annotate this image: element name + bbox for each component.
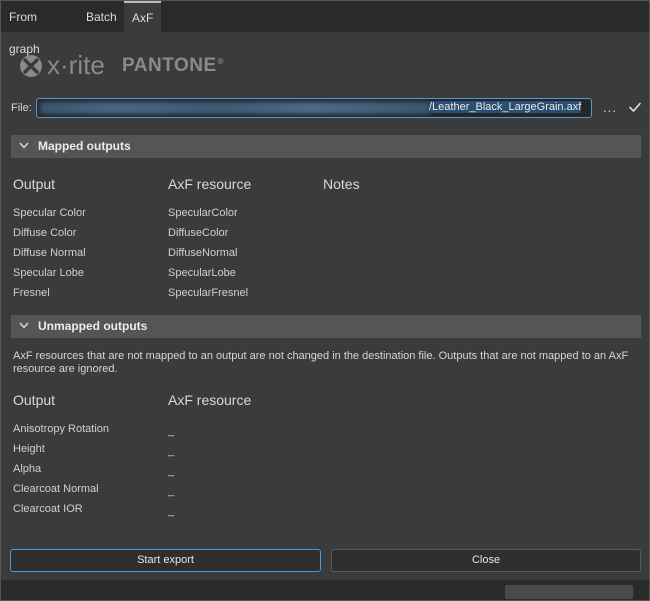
file-path-text: /Leather_Black_LargeGrain.axf	[429, 101, 582, 113]
mapped-header-notes: Notes	[323, 176, 360, 192]
unmapped-outputs-title: Unmapped outputs	[38, 319, 148, 333]
pantone-logo: PANTONE®	[122, 55, 225, 76]
mapped-outputs-header[interactable]: Mapped outputs	[11, 135, 641, 158]
start-export-button[interactable]: Start export	[10, 549, 321, 572]
chevron-down-icon	[19, 322, 29, 329]
browse-button[interactable]: ...	[603, 100, 617, 115]
table-row-output: Clearcoat Normal	[13, 483, 99, 495]
table-row-resource[interactable]: _	[168, 425, 174, 437]
mapped-outputs-title: Mapped outputs	[38, 139, 131, 153]
xrite-logo-text: x·rite	[47, 50, 105, 80]
table-row-output: Alpha	[13, 463, 42, 475]
scrollbar-thumb[interactable]	[505, 585, 633, 599]
table-row-output: Specular Lobe	[13, 267, 84, 279]
table-row-output: Specular Color	[13, 207, 86, 219]
table-row-output: Diffuse Normal	[13, 247, 86, 259]
tab-axf[interactable]: AxF	[124, 1, 161, 32]
table-row-resource[interactable]: SpecularLobe	[168, 267, 236, 279]
table-row-resource[interactable]: _	[168, 505, 174, 517]
mapped-header-resource: AxF resource	[168, 176, 252, 192]
unmapped-outputs-header[interactable]: Unmapped outputs	[11, 315, 641, 338]
table-row-resource[interactable]: SpecularColor	[168, 207, 238, 219]
xrite-logo-icon	[20, 55, 42, 77]
table-row-resource[interactable]: _	[168, 465, 174, 477]
table-row-resource[interactable]: _	[168, 445, 174, 457]
table-row-output: Anisotropy Rotation	[13, 423, 109, 435]
blurred-path	[40, 102, 430, 114]
file-path-input[interactable]: /Leather_Black_LargeGrain.axf	[36, 98, 592, 118]
close-button[interactable]: Close	[331, 549, 641, 572]
checkmark-icon[interactable]	[628, 100, 642, 114]
tab-bar: From graph Batch AxF	[1, 1, 649, 56]
table-row-output: Fresnel	[13, 287, 50, 299]
table-row-output: Height	[13, 443, 45, 455]
unmapped-description: AxF resources that are not mapped to an …	[13, 350, 629, 375]
unmapped-header-output: Output	[13, 392, 56, 408]
file-label: File:	[11, 102, 32, 114]
unmapped-header-resource: AxF resource	[168, 392, 252, 408]
mapped-header-output: Output	[13, 176, 56, 192]
table-row-resource[interactable]: _	[168, 485, 174, 497]
chevron-down-icon	[19, 142, 29, 149]
table-row-resource[interactable]: DiffuseNormal	[168, 247, 238, 259]
table-row-output: Diffuse Color	[13, 227, 77, 239]
table-row-output: Clearcoat IOR	[13, 503, 83, 515]
table-row-resource[interactable]: DiffuseColor	[168, 227, 228, 239]
tab-from-graph[interactable]: From graph	[1, 1, 78, 56]
export-dialog: From graph Batch AxF x·rite PANTONE® Fil…	[0, 0, 650, 601]
tab-batch[interactable]: Batch	[78, 1, 124, 32]
table-row-resource[interactable]: SpecularFresnel	[168, 287, 248, 299]
